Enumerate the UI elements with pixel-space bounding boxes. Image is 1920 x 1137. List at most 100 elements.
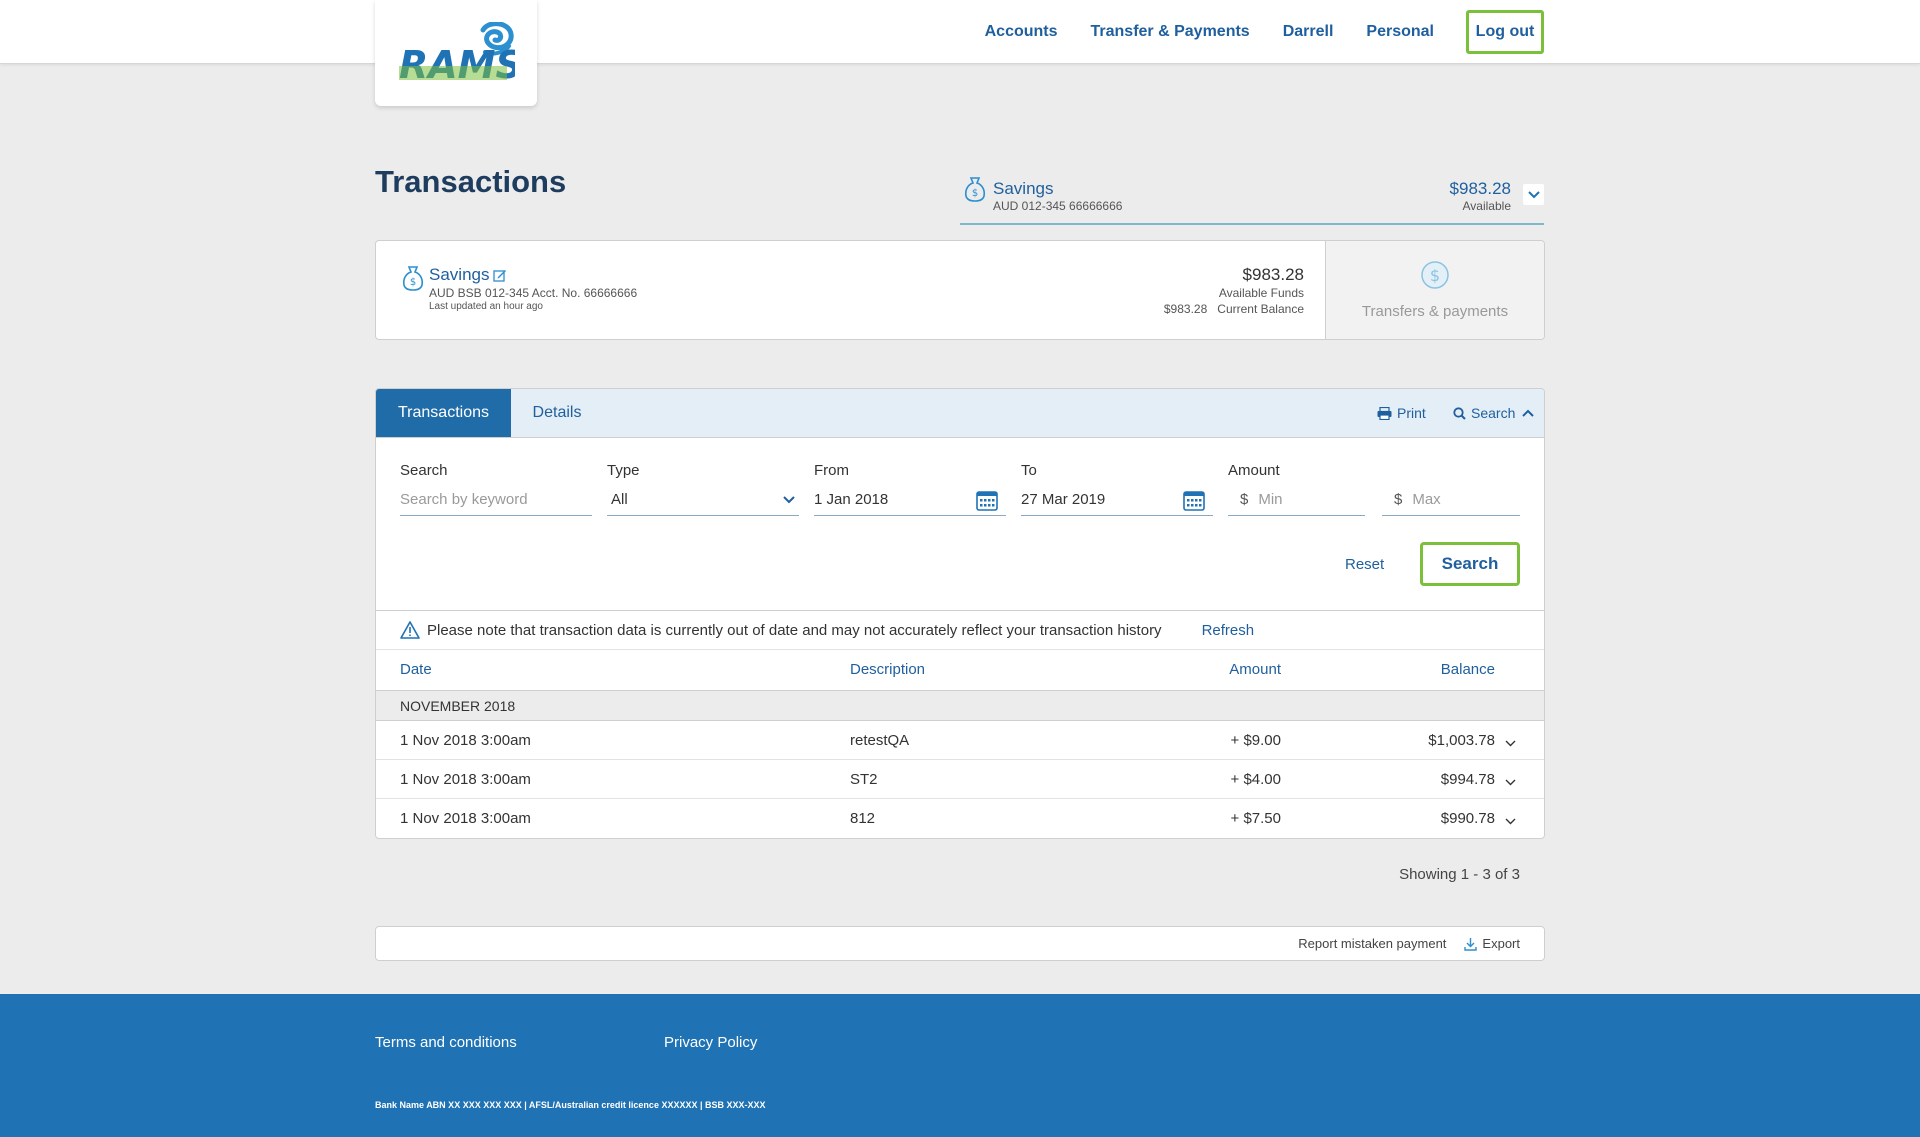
column-header-balance[interactable]: Balance [1441, 661, 1495, 678]
transfers-payments-button[interactable]: $ Transfers & payments [1325, 241, 1544, 339]
keyword-search-field[interactable] [400, 484, 592, 516]
tab-bar: Transactions Details Print Search [376, 389, 1544, 438]
current-balance-label: Current Balance [1217, 302, 1304, 316]
refresh-link[interactable]: Refresh [1202, 622, 1255, 639]
txn-amount: + $7.50 [1230, 810, 1281, 827]
money-bag-icon: $ [964, 176, 986, 207]
actions-bar: Report mistaken payment Export [375, 926, 1545, 961]
search-submit-button[interactable]: Search [1420, 542, 1520, 586]
month-group-header: NOVEMBER 2018 [376, 690, 1544, 721]
txn-amount: + $9.00 [1230, 732, 1281, 749]
account-bsb-number: AUD BSB 012-345 Acct. No. 66666666 [429, 286, 638, 300]
reset-button[interactable]: Reset [1345, 556, 1384, 573]
amount-min-field[interactable]: $ [1228, 484, 1365, 516]
account-name-text: Savings [429, 265, 490, 284]
print-label: Print [1397, 405, 1426, 421]
svg-text:$: $ [410, 277, 416, 288]
svg-text:$: $ [1430, 266, 1440, 285]
chevron-up-icon [1522, 409, 1535, 417]
footer: Terms and conditions Privacy Policy Bank… [0, 994, 1920, 1137]
last-updated-text: Last updated an hour ago [429, 301, 543, 312]
amount-min-input[interactable] [1258, 491, 1365, 508]
column-header-description[interactable]: Description [850, 661, 925, 678]
search-icon [1453, 406, 1466, 420]
search-field-label: Search [400, 462, 448, 479]
download-icon [1464, 937, 1478, 951]
nav-accounts[interactable]: Accounts [985, 23, 1058, 41]
transfers-payments-label: Transfers & payments [1361, 303, 1509, 320]
table-row[interactable]: 1 Nov 2018 3:00am ST2 + $4.00 $994.78 [376, 760, 1544, 799]
rams-logo[interactable]: RAMS [375, 0, 537, 106]
selected-account-balance: $983.28 [1449, 179, 1511, 198]
tab-transactions[interactable]: Transactions [376, 389, 511, 437]
currency-symbol: $ [1240, 491, 1249, 508]
nav-user-darrell[interactable]: Darrell [1283, 23, 1334, 41]
nav-personal[interactable]: Personal [1366, 23, 1434, 41]
type-select[interactable]: All [607, 484, 799, 516]
terms-link[interactable]: Terms and conditions [375, 1034, 517, 1051]
to-date-field[interactable]: 27 Mar 2019 [1021, 484, 1213, 516]
available-funds-label: Available Funds [1218, 286, 1304, 300]
amount-max-field[interactable]: $ [1382, 484, 1520, 516]
chevron-down-icon[interactable] [1505, 734, 1516, 751]
txn-description: retestQA [850, 732, 910, 749]
export-label: Export [1482, 936, 1520, 951]
privacy-link[interactable]: Privacy Policy [664, 1034, 757, 1051]
top-navigation-bar: Accounts Transfer & Payments Darrell Per… [0, 0, 1920, 64]
table-row[interactable]: 1 Nov 2018 3:00am retestQA + $9.00 $1,00… [376, 721, 1544, 760]
txn-balance: $994.78 [1440, 771, 1495, 788]
from-date-label: From [814, 462, 849, 479]
txn-date: 1 Nov 2018 3:00am [400, 771, 531, 788]
svg-text:$: $ [972, 188, 978, 199]
txn-amount: + $4.00 [1230, 771, 1281, 788]
edit-icon[interactable] [493, 268, 507, 282]
dollar-circle-icon: $ [1420, 260, 1450, 295]
search-toggle-button[interactable]: Search [1453, 389, 1535, 437]
txn-date: 1 Nov 2018 3:00am [400, 732, 531, 749]
printer-icon [1377, 406, 1392, 420]
chevron-down-icon[interactable] [1505, 773, 1516, 790]
stale-data-notice: Please note that transaction data is cur… [376, 610, 1544, 650]
page-title: Transactions [375, 164, 567, 199]
to-date-value: 27 Mar 2019 [1021, 491, 1106, 508]
nav-transfer-payments[interactable]: Transfer & Payments [1091, 23, 1250, 41]
column-header-date[interactable]: Date [400, 661, 432, 678]
to-date-label: To [1021, 462, 1037, 479]
account-selector[interactable]: $ Savings AUD 012-345 66666666 $983.28 A… [960, 174, 1544, 225]
transactions-panel: Transactions Details Print Search Search… [375, 388, 1545, 839]
selected-account-name: Savings [993, 179, 1054, 198]
txn-balance: $1,003.78 [1428, 732, 1495, 749]
chevron-down-icon[interactable] [1523, 184, 1544, 205]
print-button[interactable]: Print [1377, 389, 1426, 437]
calendar-icon[interactable] [976, 489, 998, 511]
report-mistaken-payment-link[interactable]: Report mistaken payment [1298, 936, 1446, 951]
selected-account-balance-label: Available [1462, 199, 1511, 213]
column-header-amount[interactable]: Amount [1229, 661, 1281, 678]
calendar-icon[interactable] [1183, 489, 1205, 511]
pagination-summary: Showing 1 - 3 of 3 [1399, 866, 1520, 883]
type-select-value: All [611, 491, 628, 508]
from-date-field[interactable]: 1 Jan 2018 [814, 484, 1006, 516]
warning-icon [400, 621, 420, 639]
keyword-search-input[interactable] [400, 491, 592, 508]
table-row[interactable]: 1 Nov 2018 3:00am 812 + $7.50 $990.78 [376, 799, 1544, 838]
export-button[interactable]: Export [1464, 936, 1520, 951]
account-summary-card: $ Savings AUD BSB 012-345 Acct. No. 6666… [375, 240, 1545, 340]
txn-date: 1 Nov 2018 3:00am [400, 810, 531, 827]
chevron-down-icon[interactable] [1505, 812, 1516, 829]
current-balance: $983.28 Current Balance [1164, 302, 1304, 316]
amount-max-input[interactable] [1412, 491, 1520, 508]
txn-description: ST2 [850, 771, 878, 788]
rams-logo-icon: RAMS [399, 22, 515, 84]
amount-field-label: Amount [1228, 462, 1280, 479]
logout-button[interactable]: Log out [1466, 10, 1544, 54]
txn-description: 812 [850, 810, 876, 827]
type-field-label: Type [607, 462, 640, 479]
available-funds-value: $983.28 [1242, 265, 1304, 284]
selected-account-number: AUD 012-345 66666666 [993, 199, 1123, 213]
notice-text: Please note that transaction data is cur… [427, 621, 1162, 639]
account-name: Savings [429, 265, 507, 285]
txn-balance: $990.78 [1440, 810, 1495, 827]
tab-details[interactable]: Details [511, 389, 603, 437]
legal-text: Bank Name ABN XX XXX XXX XXX | AFSL/Aust… [375, 1100, 766, 1110]
